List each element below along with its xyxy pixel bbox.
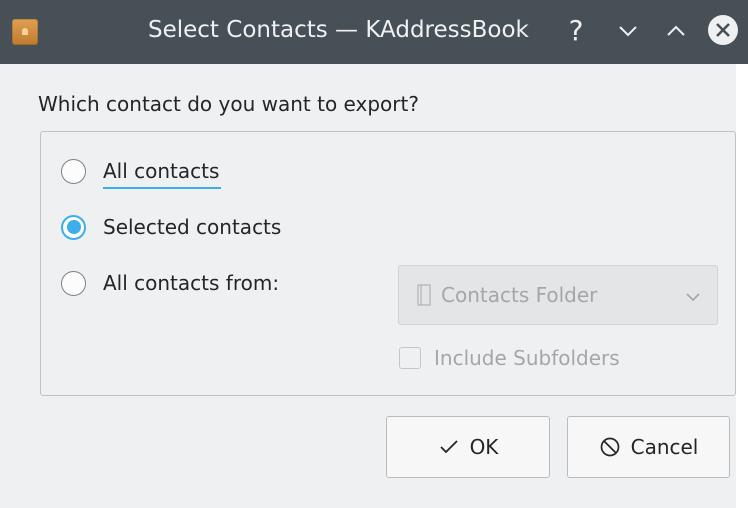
close-icon[interactable]: [707, 14, 739, 46]
include-subfolders-checkbox[interactable]: [399, 347, 421, 369]
cancel-button[interactable]: Cancel: [567, 416, 730, 478]
contact-scope-group: All contacts Selected contacts All conta…: [40, 131, 736, 396]
include-subfolders-checkbox-row[interactable]: Include Subfolders: [399, 346, 620, 370]
radio-all-contacts-from[interactable]: All contacts from:: [61, 267, 279, 299]
kaddressbook-app-icon[interactable]: [12, 19, 38, 45]
checkmark-icon: [439, 440, 458, 454]
help-icon[interactable]: ?: [560, 14, 592, 48]
chevron-down-icon[interactable]: [612, 14, 644, 48]
chevron-down-icon: [685, 288, 701, 307]
radio-button[interactable]: [61, 158, 86, 184]
radio-label: All contacts from:: [103, 271, 280, 295]
cancel-button-label: Cancel: [630, 435, 699, 459]
contacts-folder-combo[interactable]: Contacts Folder: [398, 265, 718, 325]
radio-label: All contacts: [103, 159, 222, 189]
cancel-icon: [600, 437, 619, 457]
export-dialog: Which contact do you want to export? All…: [0, 64, 736, 508]
ok-button-label: OK: [469, 435, 499, 459]
radio-button[interactable]: [61, 270, 86, 296]
ok-button[interactable]: OK: [386, 416, 550, 478]
radio-all-contacts[interactable]: All contacts: [61, 155, 222, 189]
chevron-up-icon[interactable]: [660, 14, 692, 48]
combo-value: Contacts Folder: [441, 283, 598, 307]
title-bar[interactable]: Select Contacts — KAddressBook ?: [0, 0, 748, 64]
radio-button-checked[interactable]: [61, 214, 86, 240]
window-title: Select Contacts — KAddressBook: [148, 17, 529, 43]
radio-label: Selected contacts: [103, 215, 282, 239]
checkbox-label: Include Subfolders: [434, 346, 620, 370]
radio-selected-contacts[interactable]: Selected contacts: [61, 211, 281, 243]
folder-icon: [417, 284, 431, 306]
export-question-label: Which contact do you want to export?: [38, 92, 419, 116]
